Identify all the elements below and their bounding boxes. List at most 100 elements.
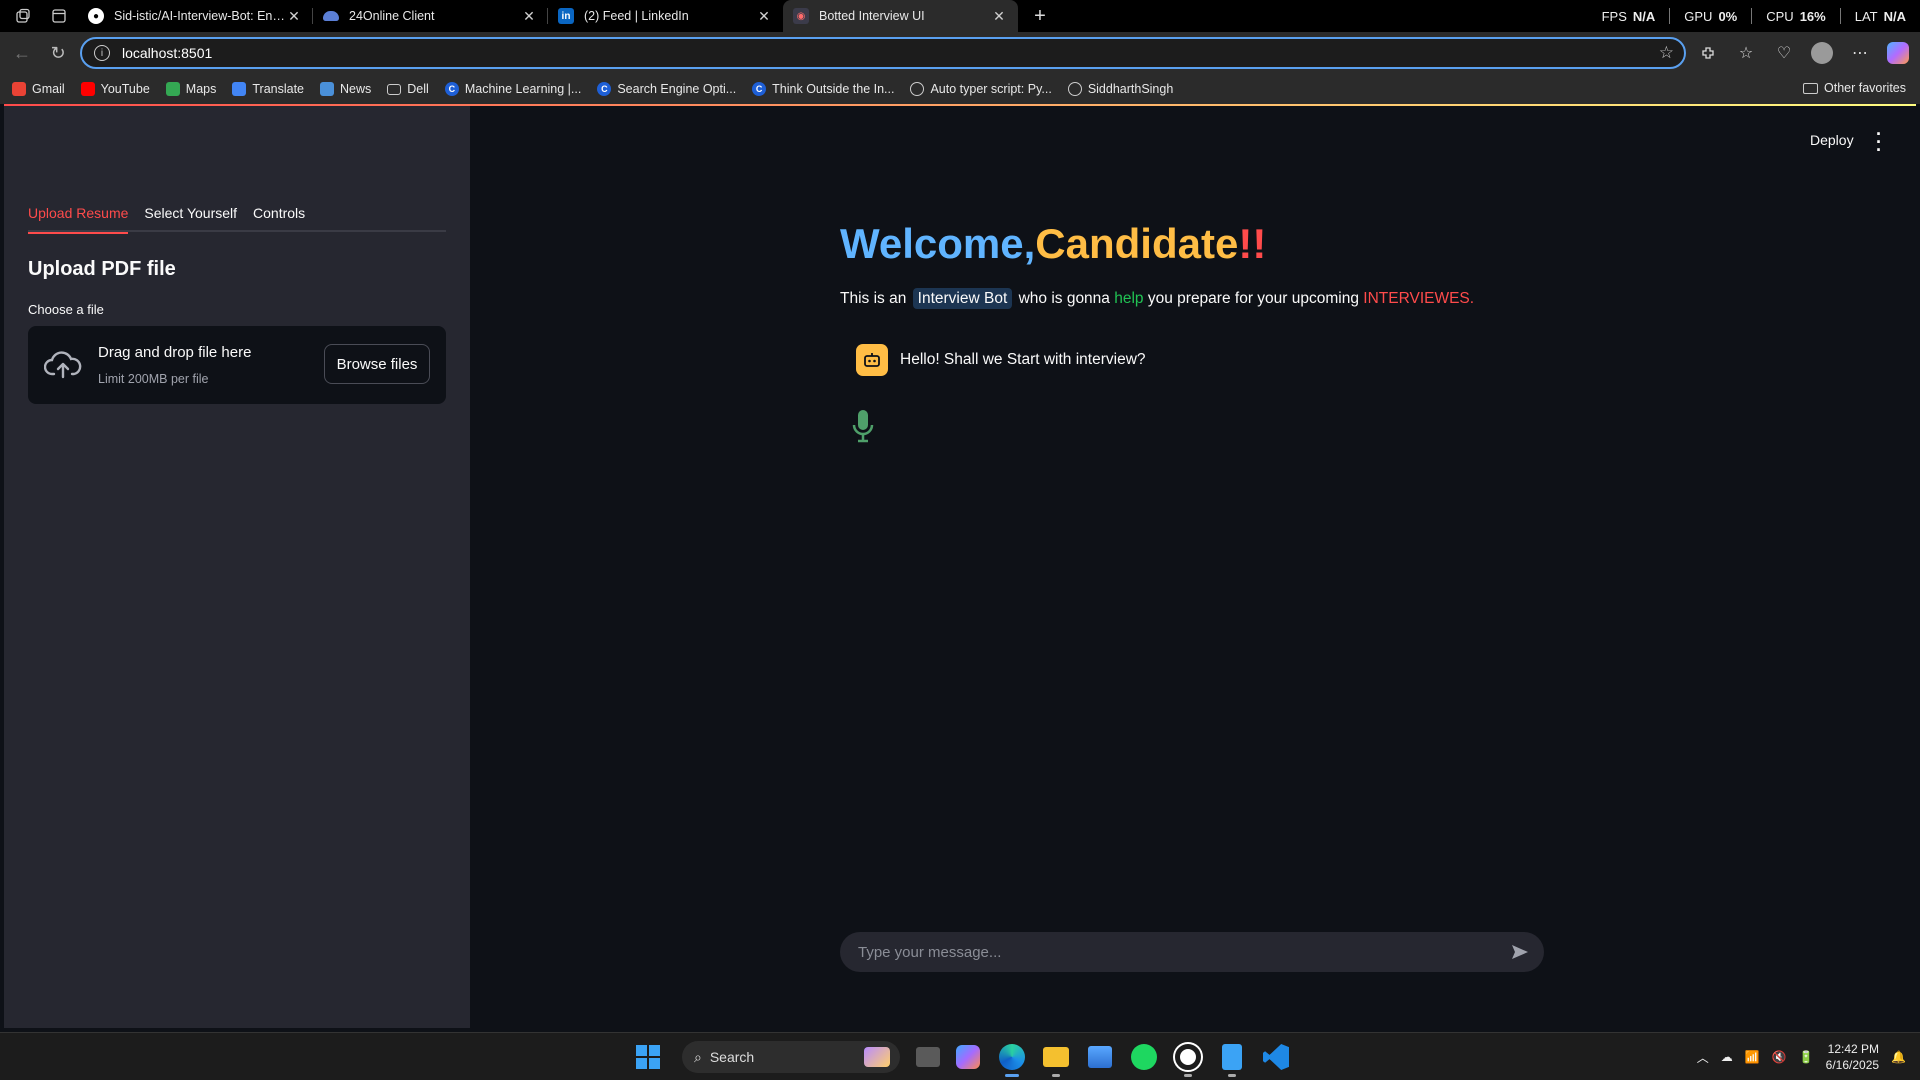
volume-muted-icon[interactable]: 🔇: [1772, 1050, 1787, 1064]
youtube-icon: [80, 82, 95, 96]
bookmarks-bar: Gmail YouTube Maps Translate News Dell C Machin…: [0, 74, 1920, 104]
bookmark-item[interactable]: C Think Outside the In...: [752, 82, 894, 96]
performance-overlay: FPS N/A GPU 0% CPU 16% LAT N/A: [1602, 8, 1906, 24]
bookmark-item[interactable]: C Machine Learning |...: [444, 82, 581, 96]
bookmark-label: YouTube: [100, 82, 150, 96]
bookmark-label: Maps: [185, 82, 217, 96]
tab-title: (2) Feed | LinkedIn: [584, 9, 689, 23]
windows-start-icon[interactable]: [636, 1045, 660, 1069]
microphone-icon[interactable]: [850, 408, 876, 449]
lat-value: N/A: [1883, 8, 1906, 24]
tab-select-yourself[interactable]: Select Yourself: [144, 194, 237, 232]
file-explorer-icon[interactable]: [1040, 1041, 1072, 1077]
chat-input[interactable]: [840, 932, 1544, 972]
close-tab-icon[interactable]: ✕: [520, 8, 538, 25]
bookmark-item[interactable]: SiddharthSingh: [1067, 82, 1174, 96]
back-icon[interactable]: ←: [4, 37, 40, 69]
browse-files-button[interactable]: Browse files: [324, 344, 430, 384]
other-favorites[interactable]: Other favorites: [1803, 81, 1906, 95]
github-desktop-icon[interactable]: [1172, 1041, 1204, 1077]
browser-essentials-icon[interactable]: ♡: [1772, 41, 1796, 65]
onedrive-icon[interactable]: ☁: [1721, 1050, 1733, 1064]
tab-24online[interactable]: 24Online Client ✕: [313, 0, 548, 32]
copilot-icon[interactable]: [1886, 41, 1910, 65]
bookmark-item[interactable]: C Search Engine Opti...: [597, 82, 736, 96]
streamlit-icon: ◉: [793, 8, 809, 24]
more-menu-icon[interactable]: ⋯: [1848, 41, 1872, 65]
gmail-icon: [12, 82, 26, 96]
notifications-icon[interactable]: 🔔: [1891, 1050, 1906, 1064]
favorite-star-icon[interactable]: ☆: [1659, 43, 1674, 63]
tab-linkedin[interactable]: in (2) Feed | LinkedIn ✕: [548, 0, 783, 32]
windows-taskbar: ⌕ Search ︿ ☁ 📶 🔇 🔋 12:42 PM 6/16/2025 🔔: [0, 1032, 1920, 1080]
bookmark-item[interactable]: Translate: [232, 82, 304, 96]
extensions-icon[interactable]: [1696, 41, 1720, 65]
bookmark-label: Translate: [252, 82, 305, 96]
gpu-label: GPU: [1684, 8, 1713, 24]
refresh-icon[interactable]: ↻: [40, 37, 76, 69]
favorites-icon[interactable]: ☆: [1734, 41, 1758, 65]
taskbar-search-label: Search: [709, 1049, 755, 1065]
close-tab-icon[interactable]: ✕: [755, 8, 773, 25]
maps-icon: [165, 82, 180, 96]
browser-window: ● Sid-istic/AI-Interview-Bot: Engine ✕ 2…: [0, 0, 1920, 1080]
upload-heading: Upload PDF file: [28, 258, 176, 280]
file-dropzone[interactable]: Drag and drop file here Limit 200MB per …: [28, 326, 446, 404]
notepad-icon[interactable]: [1216, 1041, 1248, 1077]
tab-strip: ● Sid-istic/AI-Interview-Bot: Engine ✕ 2…: [0, 0, 1920, 32]
bookmark-item[interactable]: Dell: [387, 82, 429, 96]
taskbar-search[interactable]: ⌕ Search: [682, 1041, 900, 1073]
tab-title: Botted Interview UI: [819, 9, 925, 23]
bot-avatar-icon: [856, 344, 888, 376]
sidebar: Upload Resume Select Yourself Controls U…: [4, 106, 470, 1028]
address-toolbar: ← ↻ i localhost:8501 ☆ ☆ ♡ ⋯: [0, 32, 1920, 74]
fps-value: N/A: [1632, 8, 1656, 24]
profile-avatar[interactable]: [1810, 41, 1834, 65]
tab-upload-resume[interactable]: Upload Resume: [28, 194, 129, 234]
spotify-icon[interactable]: [1128, 1041, 1160, 1073]
dropzone-limit: Limit 200MB per file: [98, 372, 209, 386]
clock[interactable]: 12:42 PM 6/16/2025: [1826, 1041, 1879, 1073]
folder-icon: [387, 83, 402, 95]
bookmark-item[interactable]: YouTube: [80, 82, 150, 96]
microsoft-store-icon[interactable]: [1084, 1041, 1116, 1073]
tab-github[interactable]: ● Sid-istic/AI-Interview-Bot: Engine ✕: [78, 0, 313, 32]
intro-after: you prepare for your upcoming: [1147, 290, 1359, 307]
send-icon[interactable]: [1510, 942, 1530, 966]
bookmark-item[interactable]: News: [320, 82, 371, 96]
tray-chevron-icon[interactable]: ︿: [1697, 1049, 1709, 1066]
tab-actions-icon[interactable]: [46, 3, 72, 29]
deploy-button[interactable]: Deploy: [1810, 132, 1854, 148]
tab-botted-interview[interactable]: ◉ Botted Interview UI ✕: [783, 0, 1018, 32]
bookmark-item[interactable]: Maps: [165, 82, 217, 96]
workspaces-icon[interactable]: [10, 3, 36, 29]
address-bar[interactable]: i localhost:8501 ☆: [80, 37, 1686, 69]
intro-before: This is an: [840, 290, 907, 307]
bookmark-item[interactable]: Auto typer script: Py...: [910, 82, 1052, 96]
tab-controls[interactable]: Controls: [253, 194, 305, 232]
copilot-app-icon[interactable]: [952, 1041, 984, 1073]
site-info-icon[interactable]: i: [94, 45, 110, 61]
bookmark-label: SiddharthSingh: [1087, 82, 1174, 96]
chat-input-field[interactable]: [858, 943, 1478, 961]
close-tab-icon[interactable]: ✕: [285, 8, 303, 25]
dropzone-title: Drag and drop file here: [98, 344, 252, 361]
close-tab-icon[interactable]: ✕: [990, 8, 1008, 25]
task-view-icon[interactable]: [916, 1047, 940, 1067]
wifi-icon[interactable]: 📶: [1745, 1050, 1760, 1064]
page-title: Welcome,Candidate!!: [840, 220, 1266, 268]
edge-icon[interactable]: [996, 1041, 1028, 1077]
battery-icon[interactable]: 🔋: [1799, 1050, 1814, 1064]
bookmark-label: Gmail: [32, 82, 65, 96]
vscode-icon[interactable]: [1260, 1041, 1292, 1073]
new-tab-button[interactable]: +: [1026, 5, 1054, 28]
file-uploader-label: Choose a file: [28, 302, 104, 317]
cloud-icon: [323, 11, 339, 21]
clock-date: 6/16/2025: [1825, 1058, 1880, 1072]
gpu-value: 0%: [1718, 8, 1738, 24]
system-tray: ︿ ☁ 📶 🔇 🔋 12:42 PM 6/16/2025 🔔: [1697, 1039, 1906, 1075]
bookmark-item[interactable]: Gmail: [12, 82, 65, 96]
lat-label: LAT: [1854, 8, 1878, 24]
main-menu-icon[interactable]: · · ·: [1874, 125, 1884, 159]
clock-time: 12:42 PM: [1827, 1042, 1880, 1056]
